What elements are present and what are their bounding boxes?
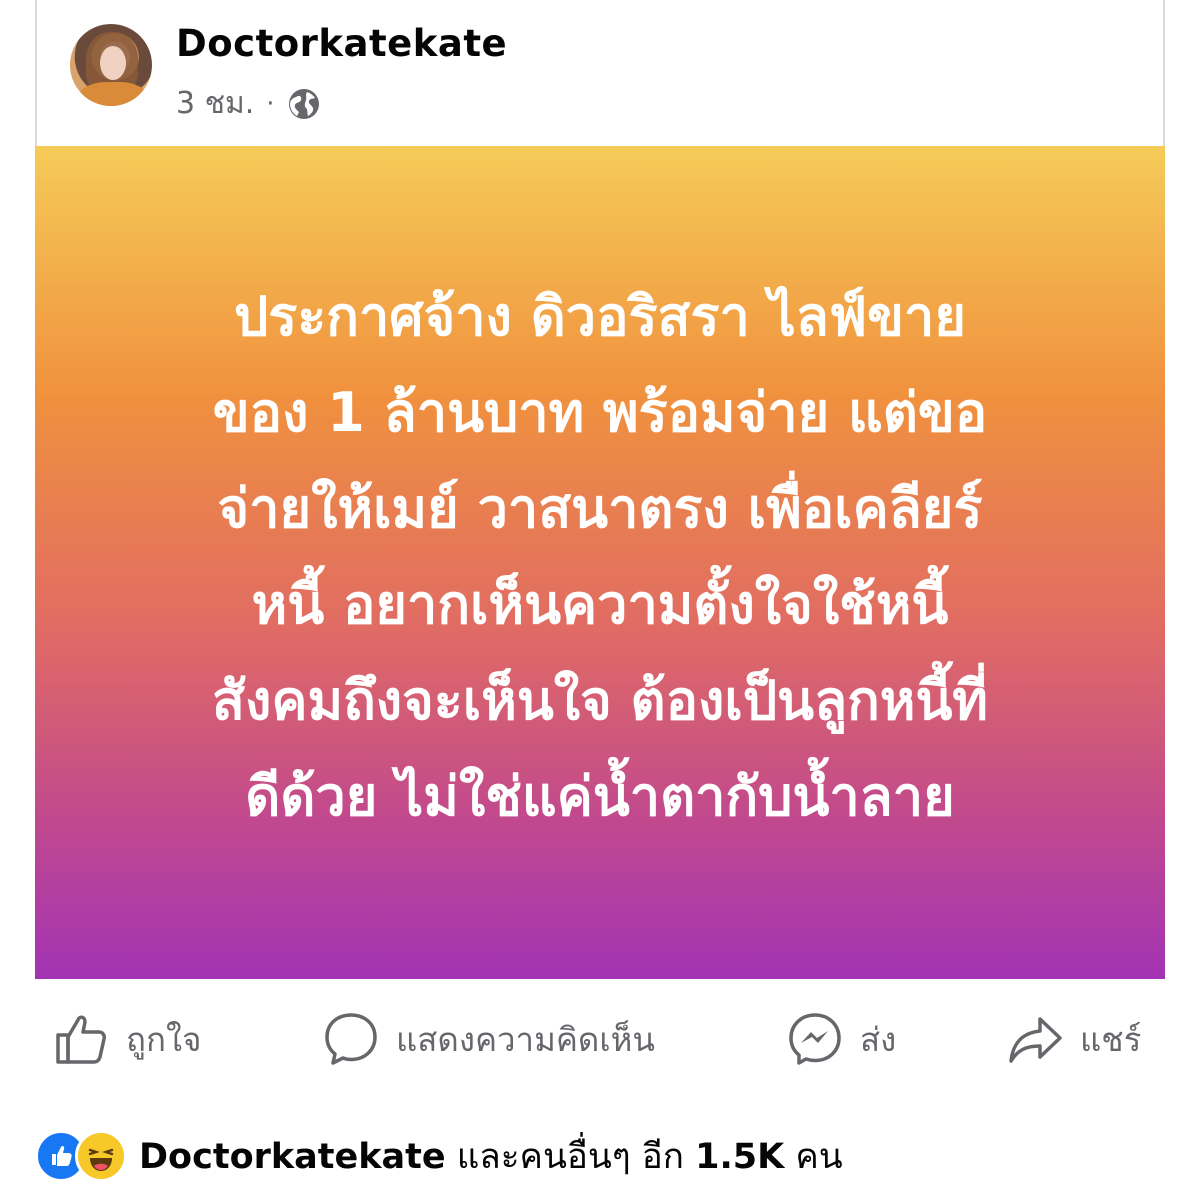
post-text: ประกาศจ้าง ดิวอริสรา ไลฟ์ขาย ของ 1 ล้านบ… xyxy=(120,269,1080,845)
reaction-middle: และคนอื่นๆ อีก xyxy=(445,1136,696,1177)
post-text-line: สังคมถึงจะเห็นใจ ต้องเป็นลูกหนี้ที่ xyxy=(212,668,988,732)
like-button[interactable]: ถูกใจ xyxy=(52,1009,201,1069)
post-text-line: ดีด้วย ไม่ใช่แค่น้ำตากับน้ำลาย xyxy=(245,764,955,828)
post-text-line: หนี้ อยากเห็นความตั้งใจใช้หนี้ xyxy=(251,572,949,636)
share-button[interactable]: แชร์ xyxy=(1006,1009,1141,1069)
post-text-line: ของ 1 ล้านบาท พร้อมจ่าย แต่ขอ xyxy=(212,380,988,444)
reaction-name[interactable]: Doctorkatekate xyxy=(139,1137,446,1177)
avatar-coat xyxy=(78,82,148,106)
share-label: แชร์ xyxy=(1080,1019,1142,1059)
comment-label: แสดงความคิดเห็น xyxy=(396,1019,655,1059)
avatar-face xyxy=(100,46,126,80)
comment-bubble-icon xyxy=(325,1013,377,1065)
reaction-suffix: คน xyxy=(784,1136,843,1177)
post-text-line: จ่ายให้เมย์ วาสนาตรง เพื่อเคลียร์ xyxy=(217,476,983,540)
reactions-text: Doctorkatekate และคนอื่นๆ อีก 1.5K คน xyxy=(139,1129,843,1184)
author-name[interactable]: Doctorkatekate xyxy=(176,22,507,65)
post-meta: 3 ชม. · xyxy=(176,80,321,127)
avatar[interactable] xyxy=(70,24,152,106)
globe-icon[interactable] xyxy=(287,87,321,121)
thumbs-up-icon xyxy=(56,1015,106,1064)
send-label: ส่ง xyxy=(860,1019,897,1059)
messenger-icon xyxy=(789,1013,841,1065)
like-label: ถูกใจ xyxy=(126,1019,202,1059)
reactions-summary[interactable]: Doctorkatekate และคนอื่นๆ อีก 1.5K คน xyxy=(35,1128,843,1184)
meta-separator: · xyxy=(266,88,275,119)
post-text-line: ประกาศจ้าง ดิวอริสรา ไลฟ์ขาย xyxy=(234,284,966,348)
post-time[interactable]: 3 ชม. xyxy=(176,80,254,127)
comment-button[interactable]: แสดงความคิดเห็น xyxy=(322,1009,655,1069)
share-arrow-icon xyxy=(1009,1017,1062,1063)
colored-background-post: ประกาศจ้าง ดิวอริสรา ไลฟ์ขาย ของ 1 ล้านบ… xyxy=(35,146,1165,979)
send-button[interactable]: ส่ง xyxy=(786,1009,896,1069)
reaction-count: 1.5K xyxy=(695,1136,785,1177)
post-header: Doctorkatekate 3 ชม. · xyxy=(0,0,1200,146)
haha-reaction-icon xyxy=(75,1130,127,1182)
